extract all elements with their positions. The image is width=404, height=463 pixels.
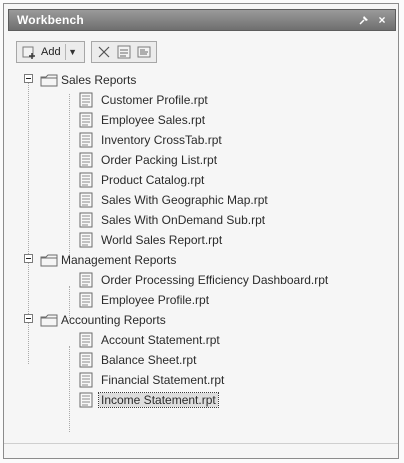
view-icon[interactable] — [136, 44, 152, 60]
tree-item-label: Order Packing List.rpt — [101, 153, 218, 167]
workbench-panel: Workbench × Add ▼ Sales Reports Customer… — [3, 3, 399, 459]
tree-item-label: Employee Sales.rpt — [101, 113, 206, 127]
report-file-icon — [79, 212, 93, 228]
collapse-toggle[interactable] — [24, 254, 33, 263]
tree-item-financial-statement[interactable]: Financial Statement.rpt — [24, 370, 384, 390]
add-label: Add — [41, 46, 61, 58]
tree-item-employee-sales[interactable]: Employee Sales.rpt — [24, 110, 384, 130]
properties-icon[interactable] — [116, 44, 132, 60]
report-file-icon — [79, 152, 93, 168]
add-button[interactable]: Add ▼ — [16, 41, 85, 63]
tree-item-balance-sheet[interactable]: Balance Sheet.rpt — [24, 350, 384, 370]
report-file-icon — [79, 112, 93, 128]
tree-item-sales-ondemand-sub[interactable]: Sales With OnDemand Sub.rpt — [24, 210, 384, 230]
tree-item-inventory-crosstab[interactable]: Inventory CrossTab.rpt — [24, 130, 384, 150]
tree-item-label: Order Processing Efficiency Dashboard.rp… — [101, 273, 329, 287]
titlebar-buttons: × — [357, 13, 389, 27]
tree-item-label: Customer Profile.rpt — [101, 93, 208, 107]
tree-folder-accounting-reports[interactable]: Accounting Reports — [24, 310, 384, 330]
folder-icon — [40, 254, 58, 267]
report-file-icon — [79, 232, 93, 248]
cut-icon[interactable] — [96, 44, 112, 60]
toolbar-actions — [90, 41, 157, 63]
tree-item-world-sales-report[interactable]: World Sales Report.rpt — [24, 230, 384, 250]
tree-item-employee-profile[interactable]: Employee Profile.rpt — [24, 290, 384, 310]
report-file-icon — [79, 392, 93, 408]
collapse-toggle[interactable] — [24, 314, 33, 323]
tree-item-sales-geographic-map[interactable]: Sales With Geographic Map.rpt — [24, 190, 384, 210]
tree-item-label: Employee Profile.rpt — [101, 293, 210, 307]
workbench-titlebar: Workbench × — [8, 9, 396, 31]
window-title: Workbench — [17, 13, 84, 27]
folder-label: Accounting Reports — [61, 313, 166, 327]
pin-icon[interactable] — [357, 13, 371, 27]
collapse-toggle[interactable] — [24, 74, 33, 83]
report-file-icon — [79, 172, 93, 188]
tree-item-label: Financial Statement.rpt — [101, 373, 225, 387]
folder-label: Sales Reports — [61, 73, 137, 87]
folder-icon — [40, 314, 58, 327]
tree-item-label: Account Statement.rpt — [101, 333, 220, 347]
folder-icon — [40, 74, 58, 87]
tree-item-account-statement[interactable]: Account Statement.rpt — [24, 330, 384, 350]
add-icon — [21, 44, 37, 60]
tree-folder-sales-reports[interactable]: Sales Reports — [24, 70, 384, 90]
tree-item-order-processing-efficiency-dashboard[interactable]: Order Processing Efficiency Dashboard.rp… — [24, 270, 384, 290]
chevron-down-icon[interactable]: ▼ — [64, 44, 80, 60]
report-file-icon — [79, 332, 93, 348]
tree-item-label: Sales With Geographic Map.rpt — [101, 193, 268, 207]
report-file-icon — [79, 272, 93, 288]
folder-label: Management Reports — [61, 253, 177, 267]
tree-item-income-statement[interactable]: Income Statement.rpt — [24, 390, 384, 410]
report-file-icon — [79, 192, 93, 208]
tree-item-label: Product Catalog.rpt — [101, 173, 205, 187]
workbench-toolbar: Add ▼ — [16, 40, 182, 64]
tree-item-label: Income Statement.rpt — [98, 392, 219, 408]
report-file-icon — [79, 372, 93, 388]
tree-folder-management-reports[interactable]: Management Reports — [24, 250, 384, 270]
tree-item-label: Balance Sheet.rpt — [101, 353, 197, 367]
close-icon[interactable]: × — [375, 13, 389, 27]
tree-item-label: Sales With OnDemand Sub.rpt — [101, 213, 266, 227]
report-file-icon — [79, 352, 93, 368]
report-file-icon — [79, 92, 93, 108]
tree-item-order-packing-list[interactable]: Order Packing List.rpt — [24, 150, 384, 170]
tree-item-label: Inventory CrossTab.rpt — [101, 133, 222, 147]
report-file-icon — [79, 132, 93, 148]
tree-item-customer-profile[interactable]: Customer Profile.rpt — [24, 90, 384, 110]
panel-divider — [4, 443, 398, 444]
report-tree[interactable]: Sales Reports Customer Profile.rpt Emplo… — [24, 70, 384, 432]
tree-item-label: World Sales Report.rpt — [101, 233, 223, 247]
tree-item-product-catalog[interactable]: Product Catalog.rpt — [24, 170, 384, 190]
report-file-icon — [79, 292, 93, 308]
